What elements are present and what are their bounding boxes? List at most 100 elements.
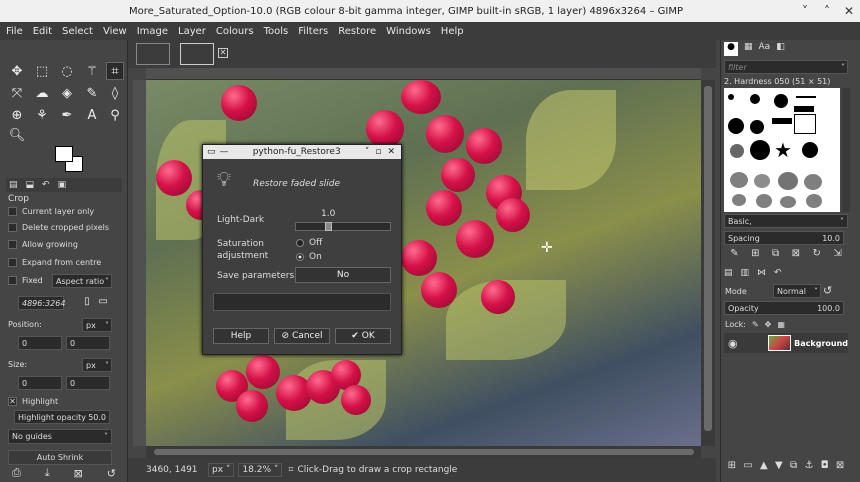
brush-grid[interactable]: ★ [724, 88, 840, 212]
new-group-icon[interactable]: ▭ [743, 460, 752, 476]
new-brush-icon[interactable]: ⊞ [751, 248, 759, 264]
close-tab-icon[interactable]: ✕ [218, 48, 228, 58]
mask-layer-icon[interactable]: ◘ [821, 460, 829, 476]
saturation-on-radio[interactable]: On [296, 252, 322, 262]
dialog-close-icon[interactable]: ✕ [387, 147, 395, 157]
menu-tools[interactable]: Tools [264, 26, 289, 37]
anchor-layer-icon[interactable]: ⚓︎ [804, 460, 813, 476]
brush-swatch[interactable] [774, 94, 788, 108]
aspect-ratio-select[interactable]: Aspect ratio ˅ [52, 274, 112, 288]
smudge-icon[interactable]: ⚘ [33, 106, 51, 124]
brush-swatch[interactable] [728, 94, 734, 100]
color-picker-icon[interactable]: ⚲ [106, 106, 124, 124]
edit-brush-icon[interactable]: ✎ [730, 248, 738, 264]
clone-icon[interactable]: ⊕ [8, 106, 26, 124]
image-tab-1[interactable] [136, 43, 170, 65]
brushes-tab-icon[interactable]: ● [724, 42, 738, 56]
dialog-menu-icon[interactable]: ▭ [207, 147, 216, 157]
brush-swatch[interactable] [778, 172, 798, 190]
brush-swatch[interactable] [806, 194, 822, 208]
paths-tab-icon[interactable]: ⋈ [757, 268, 766, 282]
portrait-icon[interactable]: ▯ [80, 294, 94, 308]
menu-file[interactable]: File [6, 26, 23, 37]
duplicate-brush-icon[interactable]: ⧉ [772, 248, 779, 264]
menu-restore[interactable]: Restore [338, 26, 376, 37]
layer-opacity-slider[interactable]: Opacity 100.0 [724, 301, 844, 315]
brush-swatch[interactable] [728, 118, 744, 134]
allow-growing-checkbox[interactable]: Allow growing [8, 240, 78, 249]
images-tab-icon[interactable]: ▣ [58, 180, 67, 190]
brush-swatch-selected[interactable] [794, 114, 816, 134]
save-parameters-select[interactable]: No [295, 267, 391, 283]
saturation-off-radio[interactable]: Off [296, 238, 322, 248]
menu-colours[interactable]: Colours [216, 26, 254, 37]
delete-preset-icon[interactable]: ⊠ [74, 467, 83, 480]
brush-swatch[interactable] [730, 172, 748, 188]
lock-alpha-icon[interactable]: ▦ [777, 320, 785, 329]
brush-swatch[interactable] [756, 194, 772, 208]
brush-swatch[interactable] [754, 174, 770, 188]
device-status-tab-icon[interactable]: ⬓ [26, 180, 35, 190]
delete-brush-icon[interactable]: ⊠ [792, 248, 800, 264]
unit-select[interactable]: px ˅ [208, 463, 235, 477]
move-tool-icon[interactable]: ✥ [8, 62, 26, 80]
landscape-icon[interactable]: ▭ [96, 294, 110, 308]
highlight-checkbox[interactable]: ✕ Highlight [8, 397, 58, 406]
light-dark-slider[interactable] [295, 222, 391, 231]
dialog-minimize-icon[interactable]: — [220, 147, 229, 157]
ratio-input[interactable]: 4896:3264 [18, 296, 65, 310]
minimize-icon[interactable]: ˅ [794, 4, 816, 18]
undo-history-tab-icon[interactable]: ↶ [42, 180, 50, 190]
dialog-minimize-btn-icon[interactable]: ˅ [365, 147, 370, 157]
warp-icon[interactable]: ☁ [33, 84, 51, 102]
paths-icon[interactable]: ✒ [58, 106, 76, 124]
paintbrush-icon[interactable]: ✎ [83, 84, 101, 102]
bucket-fill-icon[interactable]: ◈ [58, 84, 76, 102]
brush-swatch[interactable] [750, 94, 760, 104]
size-w-input[interactable]: 0 [18, 376, 62, 390]
layers-tab-icon[interactable]: ▤ [724, 268, 733, 282]
position-x-input[interactable]: 0 [18, 336, 62, 350]
restore-preset-icon[interactable]: ⤓ [45, 466, 50, 480]
raise-layer-icon[interactable]: ▲ [760, 460, 768, 476]
patterns-tab-icon[interactable]: ▦ [744, 42, 753, 56]
brush-swatch[interactable] [730, 144, 744, 158]
dialog-maximize-icon[interactable]: ▫ [375, 147, 381, 157]
help-button[interactable]: Help [213, 328, 269, 344]
brush-swatch[interactable] [780, 196, 796, 208]
guides-select[interactable]: No guides ˅ [8, 429, 112, 444]
delete-layer-icon[interactable]: ⊠ [836, 460, 844, 476]
zoom-tool-icon[interactable]: 🔍︎ [8, 126, 26, 144]
fixed-checkbox[interactable]: Fixed [8, 276, 43, 285]
visibility-eye-icon[interactable]: ◉ [728, 337, 738, 350]
image-tab-2[interactable] [180, 43, 214, 65]
mode-select[interactable]: Normal ˅ [773, 284, 821, 298]
brush-star-icon[interactable]: ★ [774, 138, 792, 162]
brush-swatch[interactable] [802, 142, 818, 158]
brush-swatch[interactable] [804, 174, 822, 190]
brush-swatch[interactable] [796, 96, 816, 98]
menu-image[interactable]: Image [137, 26, 168, 37]
eraser-icon[interactable]: ◊ [106, 84, 124, 102]
text-tool-icon[interactable]: A [83, 106, 101, 124]
lasso-icon[interactable]: ◌ [58, 62, 76, 80]
brush-swatch[interactable] [794, 106, 814, 112]
size-unit-select[interactable]: px ˅ [82, 358, 112, 372]
position-unit-select[interactable]: px ˅ [82, 318, 112, 332]
transform-icon[interactable]: ⤧ [8, 84, 26, 102]
delete-cropped-checkbox[interactable]: Delete cropped pixels [8, 223, 109, 232]
highlight-opacity-slider[interactable]: Highlight opacity 50.0 [14, 410, 110, 424]
zoom-select[interactable]: 18.2% ˅ [238, 463, 283, 477]
gradients-tab-icon[interactable]: ◧ [776, 42, 785, 56]
menu-edit[interactable]: Edit [33, 26, 52, 37]
cancel-button[interactable]: ⊘ Cancel [274, 328, 330, 344]
rect-select-icon[interactable]: ⬚ [33, 62, 51, 80]
lock-pixels-icon[interactable]: ✎ [752, 320, 759, 329]
menu-select[interactable]: Select [62, 26, 93, 37]
current-layer-only-checkbox[interactable]: Current layer only [8, 207, 94, 216]
fuzzy-select-icon[interactable]: ⚚ [83, 62, 101, 80]
layer-row[interactable]: ◉ Background [724, 333, 848, 353]
auto-shrink-button[interactable]: Auto Shrink [8, 450, 112, 465]
channels-tab-icon[interactable]: ▥ [741, 268, 750, 282]
lock-position-icon[interactable]: ✥ [765, 320, 772, 329]
